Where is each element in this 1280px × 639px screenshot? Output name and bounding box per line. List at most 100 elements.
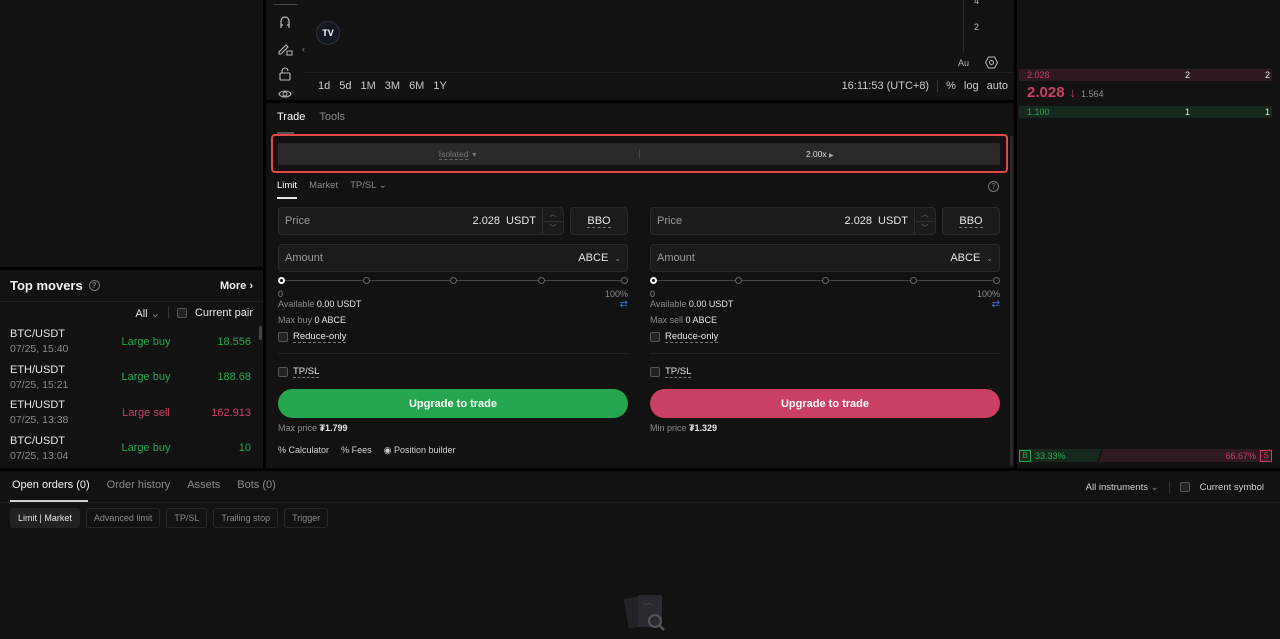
decrement-icon[interactable]: ﹀ xyxy=(915,222,935,235)
slider-step[interactable] xyxy=(537,277,545,284)
chevron-down-icon[interactable]: ⌄ xyxy=(986,254,993,263)
calculator-link[interactable]: % Calculator xyxy=(278,445,329,456)
sell-amount-input[interactable]: Amount ABCE ⌄ xyxy=(650,244,1000,272)
filter-dropdown[interactable]: All ⌄ xyxy=(135,307,160,320)
sell-amount-slider[interactable] xyxy=(650,274,1000,288)
help-icon[interactable]: ? xyxy=(88,280,100,291)
reduce-only-label: Reduce-only xyxy=(665,331,719,343)
current-pair-checkbox[interactable] xyxy=(176,308,187,318)
slider-step[interactable] xyxy=(993,277,1000,284)
divider xyxy=(278,353,628,354)
collapse-toolbar-icon[interactable]: ‹ xyxy=(302,44,305,54)
slider-step[interactable] xyxy=(450,277,457,284)
more-link[interactable]: More › xyxy=(220,280,253,292)
amount-unit: ABCE xyxy=(950,252,981,264)
instruments-dropdown[interactable]: All instruments ⌄ xyxy=(1086,482,1159,493)
increment-icon[interactable]: ︿ xyxy=(543,208,563,222)
fees-label: Fees xyxy=(351,445,372,455)
eye-icon[interactable] xyxy=(277,88,293,100)
lock-drawing-icon[interactable] xyxy=(277,40,293,56)
timeframe-3m[interactable]: 3M xyxy=(385,80,400,92)
move-kind: Large sell xyxy=(122,406,170,419)
reduce-only-checkbox[interactable] xyxy=(278,332,288,342)
unlock-icon[interactable] xyxy=(277,66,293,82)
tab-tools[interactable]: Tools xyxy=(319,111,345,123)
sell-tag: S xyxy=(1260,449,1272,462)
slider-step[interactable] xyxy=(621,277,628,284)
tpsl-checkbox[interactable] xyxy=(650,367,660,377)
list-item[interactable]: ETH/USDT 07/25, 13:38 Large sell 162.913 xyxy=(0,395,263,431)
chevron-down-icon[interactable]: ⌄ xyxy=(614,254,621,263)
list-item[interactable]: BTC/USDT 07/25, 13:04 Large buy 10 xyxy=(0,431,263,467)
slider-step[interactable] xyxy=(822,277,829,284)
buy-upgrade-to-trade-button[interactable]: Upgrade to trade xyxy=(278,389,628,418)
order-type-tpsl[interactable]: TP/SL ⌄ xyxy=(350,180,387,191)
magnet-icon[interactable] xyxy=(277,14,293,30)
current-symbol-checkbox[interactable] xyxy=(1179,482,1190,492)
order-type-market[interactable]: Market xyxy=(309,180,338,191)
slider-step[interactable] xyxy=(362,277,370,284)
help-icon[interactable]: ? xyxy=(988,181,999,192)
price-label: Price xyxy=(657,215,683,227)
leverage-selector[interactable]: 2.00x ▶ xyxy=(640,149,1001,159)
slider-handle[interactable] xyxy=(278,277,285,284)
timeframe-1d[interactable]: 1d xyxy=(318,80,330,92)
filter-tpsl[interactable]: TP/SL xyxy=(166,508,208,528)
filter-trailing-stop[interactable]: Trailing stop xyxy=(213,508,279,528)
transfer-icon[interactable]: ⇄ xyxy=(992,299,1000,310)
divider xyxy=(304,72,1014,73)
scale-percent-button[interactable]: % xyxy=(946,80,956,92)
scrollbar[interactable] xyxy=(259,326,262,340)
price-value: 2.028 xyxy=(844,215,873,227)
scale-log-button[interactable]: log xyxy=(964,80,979,92)
decrement-icon[interactable]: ﹀ xyxy=(543,222,563,235)
timeframe-1y[interactable]: 1Y xyxy=(433,80,446,92)
slider-handle[interactable] xyxy=(650,277,657,284)
timeframe-5d[interactable]: 5d xyxy=(339,80,351,92)
timeframe-6m[interactable]: 6M xyxy=(409,80,424,92)
tab-bots[interactable]: Bots (0) xyxy=(237,479,276,491)
sell-upgrade-to-trade-button[interactable]: Upgrade to trade xyxy=(650,389,1000,418)
orders-panel: Open orders (0) Order history Assets Bot… xyxy=(0,471,1280,639)
sell-price-input[interactable]: Price 2.028 USDT ︿ ﹀ xyxy=(650,207,936,235)
slider-step[interactable] xyxy=(734,277,742,284)
ask-row[interactable]: 2.028 2 2 xyxy=(1019,69,1272,81)
available-label: Available xyxy=(278,299,315,309)
filter-limit-market[interactable]: Limit | Market xyxy=(10,508,80,528)
list-item[interactable]: ETH/USDT 07/25, 15:21 Large buy 188.68 xyxy=(0,360,263,396)
auto-scale-label[interactable]: Au xyxy=(958,58,969,68)
tpsl-checkbox[interactable] xyxy=(278,367,288,377)
fees-link[interactable]: % Fees xyxy=(341,445,372,456)
list-item[interactable]: BTC/USDT 07/25, 15:40 Large buy 18.556 xyxy=(0,324,263,360)
tab-order-history[interactable]: Order history xyxy=(107,479,171,491)
transfer-icon[interactable]: ⇄ xyxy=(620,299,628,310)
bbo-label: BBO xyxy=(587,214,611,228)
tab-open-orders[interactable]: Open orders (0) xyxy=(12,479,90,491)
filter-trigger[interactable]: Trigger xyxy=(284,508,329,528)
caret-right-icon: ▶ xyxy=(829,153,834,159)
buy-amount-input[interactable]: Amount ABCE ⌄ xyxy=(278,244,628,272)
increment-icon[interactable]: ︿ xyxy=(915,208,935,222)
pair-symbol: BTC/USDT xyxy=(10,328,65,341)
amount-label: Amount xyxy=(657,252,695,264)
sell-bbo-button[interactable]: BBO xyxy=(942,207,1000,235)
position-builder-link[interactable]: ◉ Position builder xyxy=(384,445,456,456)
timeframe-1m[interactable]: 1M xyxy=(361,80,376,92)
move-value: 188.68 xyxy=(217,371,251,384)
scrollbar[interactable] xyxy=(1010,136,1013,466)
scale-auto-button[interactable]: auto xyxy=(987,80,1008,92)
reduce-only-checkbox[interactable] xyxy=(650,332,660,342)
order-type-limit[interactable]: Limit xyxy=(277,180,297,191)
buy-price-input[interactable]: Price 2.028 USDT ︿ ﹀ xyxy=(278,207,564,235)
min-price-label: Min price xyxy=(650,423,687,433)
buy-bbo-button[interactable]: BBO xyxy=(570,207,628,235)
tab-trade[interactable]: Trade xyxy=(277,111,305,123)
settings-icon[interactable] xyxy=(984,56,999,72)
buy-amount-slider[interactable] xyxy=(278,274,628,288)
margin-mode-selector[interactable]: Isolated ▼ xyxy=(278,149,639,160)
pair-time: 07/25, 15:40 xyxy=(10,343,69,356)
tab-assets[interactable]: Assets xyxy=(187,479,220,491)
slider-step[interactable] xyxy=(909,277,917,284)
filter-advanced-limit[interactable]: Advanced limit xyxy=(85,508,161,528)
bid-row[interactable]: 1.100 1 1 xyxy=(1019,106,1272,118)
